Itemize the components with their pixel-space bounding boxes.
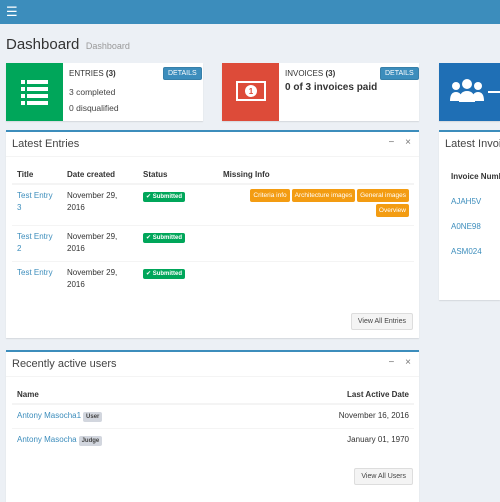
user-name-link[interactable]: Antony Masocha [17, 435, 77, 444]
entry-date: November 29, 2016 [62, 225, 138, 262]
users-infobox [439, 63, 500, 121]
status-badge: ✔ Submitted [143, 192, 186, 202]
recent-users-title: Recently active users [12, 358, 117, 370]
missing-info-cell [218, 225, 414, 262]
recent-users-header: Recently active users − × [6, 352, 419, 377]
entries-disqualified: 0 disqualified [69, 103, 119, 113]
column-missing-info: Missing Info [218, 166, 414, 185]
table-row: Antony Masocha Judge January 01, 1970 [12, 428, 414, 452]
entry-title-link[interactable]: Test Entry [17, 268, 53, 277]
user-name-link[interactable]: Antony Masocha1 [17, 411, 81, 420]
top-navbar: ☰ [0, 0, 500, 24]
entry-date: November 29, 2016 [62, 261, 138, 297]
missing-tag-criteria-info[interactable]: Criteria info [250, 189, 290, 202]
box-tools: − × [381, 357, 411, 368]
invoice-link[interactable]: AJAH5V [451, 197, 481, 206]
table-row: Test Entry 3 November 29, 2016 ✔ Submitted… [12, 183, 414, 226]
missing-tag-overview[interactable]: Overview [375, 204, 409, 217]
user-last-active: January 01, 1970 [230, 428, 414, 452]
column-invoice-number: Invoice Numb [451, 172, 500, 181]
box-tools: − × [381, 137, 411, 148]
role-badge: User [83, 412, 103, 422]
latest-invoices-title: Latest Invoi [445, 138, 500, 150]
missing-info-cell [218, 261, 414, 297]
missing-info-cell: Criteria info Architecture images General … [218, 183, 414, 226]
entries-icon-box [6, 63, 63, 121]
table-row: Antony Masocha1 User November 16, 2016 [12, 403, 414, 429]
money-icon: 1 [236, 81, 266, 101]
missing-tag-general-images[interactable]: General images [357, 189, 409, 202]
entries-label: ENTRIES [69, 69, 104, 78]
status-badge: ✔ Submitted [143, 233, 186, 243]
latest-entries-title: Latest Entries [12, 138, 80, 150]
minimize-icon[interactable]: − [389, 357, 395, 368]
table-row: Test Entry 2 November 29, 2016 ✔ Submitted [12, 225, 414, 262]
entry-date: November 29, 2016 [62, 183, 138, 226]
latest-entries-box: Latest Entries − × Title Date created St… [6, 130, 419, 338]
column-date-created: Date created [62, 166, 138, 185]
invoices-icon-box: 1 [222, 63, 279, 121]
status-badge: ✔ Submitted [143, 269, 186, 279]
entries-details-button[interactable]: DETAILS [163, 67, 202, 80]
invoices-summary: 0 of 3 invoices paid [285, 82, 378, 93]
hamburger-icon[interactable]: ☰ [6, 5, 18, 19]
page-subtitle: Dashboard [85, 41, 130, 51]
column-title: Title [12, 166, 62, 185]
page-title: Dashboard [6, 36, 80, 53]
column-name: Name [12, 386, 231, 405]
view-all-users-button[interactable]: View All Users [354, 468, 413, 485]
latest-invoices-box: Latest Invoi Invoice Numb AJAH5V A0NE98 … [439, 130, 500, 300]
column-last-active-date: Last Active Date [230, 386, 414, 405]
entries-count: (3) [105, 69, 116, 78]
table-row: Test Entry November 29, 2016 ✔ Submitted [12, 261, 414, 297]
entries-infobox: ENTRIES (3) 3 completed 0 disqualified D… [6, 63, 203, 121]
users-icon [450, 79, 500, 102]
invoice-link[interactable]: A0NE98 [451, 222, 481, 231]
entry-title-link[interactable]: Test Entry 2 [17, 232, 53, 253]
latest-entries-header: Latest Entries − × [6, 132, 419, 157]
invoices-infobox: 1 INVOICES (3) 0 of 3 invoices paid DETA… [222, 63, 419, 121]
invoices-label: INVOICES [285, 69, 324, 78]
entries-table-header: Title Date created Status Missing Info [12, 166, 414, 185]
entries-info-text: ENTRIES (3) 3 completed 0 disqualified [69, 69, 119, 113]
view-all-entries-button[interactable]: View All Entries [350, 313, 413, 330]
minimize-icon[interactable]: − [389, 137, 395, 148]
invoice-link[interactable]: ASM024 [451, 247, 482, 256]
invoices-info-text: INVOICES (3) 0 of 3 invoices paid [285, 69, 377, 93]
column-status: Status [138, 166, 218, 185]
invoices-count: (3) [325, 69, 336, 78]
missing-tag-architecture-images[interactable]: Architecture images [291, 189, 356, 202]
entries-table: Title Date created Status Missing Info T… [12, 166, 414, 297]
recent-users-box: Recently active users − × Name Last Acti… [6, 350, 419, 502]
close-icon[interactable]: × [405, 137, 411, 148]
list-icon [21, 80, 48, 105]
role-badge: Judge [78, 436, 103, 446]
entry-title-link[interactable]: Test Entry 3 [17, 191, 53, 212]
user-last-active: November 16, 2016 [230, 403, 414, 429]
page-header: Dashboard Dashboard [6, 36, 130, 53]
entries-completed: 3 completed [69, 87, 116, 97]
close-icon[interactable]: × [405, 357, 411, 368]
users-table: Name Last Active Date Antony Masocha1 Use… [12, 386, 414, 452]
users-table-header: Name Last Active Date [12, 386, 414, 405]
invoices-details-button[interactable]: DETAILS [380, 67, 419, 80]
users-icon-box [439, 63, 500, 121]
svg-text:1: 1 [249, 87, 254, 96]
